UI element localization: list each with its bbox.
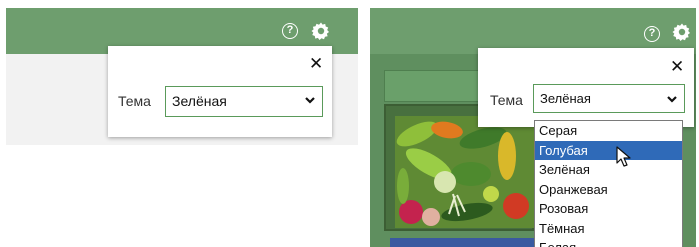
settings-popup: ✕ Тема Зелёная [108,46,332,137]
content-bar [384,70,484,102]
question-circle-icon[interactable]: ? [644,26,660,42]
right-screenshot-panel: ? ✕ Тема Зелёная Серая Голубая Зелёная О… [370,8,696,247]
dropdown-option[interactable]: Тёмная [535,219,682,239]
mouse-cursor-icon [616,146,631,167]
chevron-down-icon [305,97,315,104]
left-screenshot-panel: ? ✕ Тема Зелёная [6,8,358,145]
dropdown-option[interactable]: Серая [535,121,682,141]
gear-icon[interactable] [311,21,331,41]
theme-select[interactable]: Зелёная [533,84,685,113]
content-tile [390,238,534,247]
dropdown-option[interactable]: Зелёная [535,160,682,180]
theme-select-value: Зелёная [172,93,227,109]
close-icon[interactable]: ✕ [670,58,684,75]
theme-select[interactable]: Зелёная [165,86,323,117]
dropdown-option[interactable]: Голубая [535,140,682,160]
close-icon[interactable]: ✕ [309,55,323,72]
theme-label: Тема [118,93,151,109]
question-circle-icon[interactable]: ? [282,23,298,39]
vegetables-image [395,116,535,228]
theme-label: Тема [490,92,523,108]
settings-popup: ✕ Тема Зелёная [478,48,694,127]
dropdown-option[interactable]: Оранжевая [535,180,682,200]
theme-select-value: Зелёная [540,91,591,106]
theme-dropdown-list: Серая Голубая Зелёная Оранжевая Розовая … [534,120,683,247]
dropdown-option[interactable]: Белая [535,238,682,247]
chevron-down-icon [667,96,677,103]
dropdown-option[interactable]: Розовая [535,199,682,219]
gear-icon[interactable] [672,22,692,42]
